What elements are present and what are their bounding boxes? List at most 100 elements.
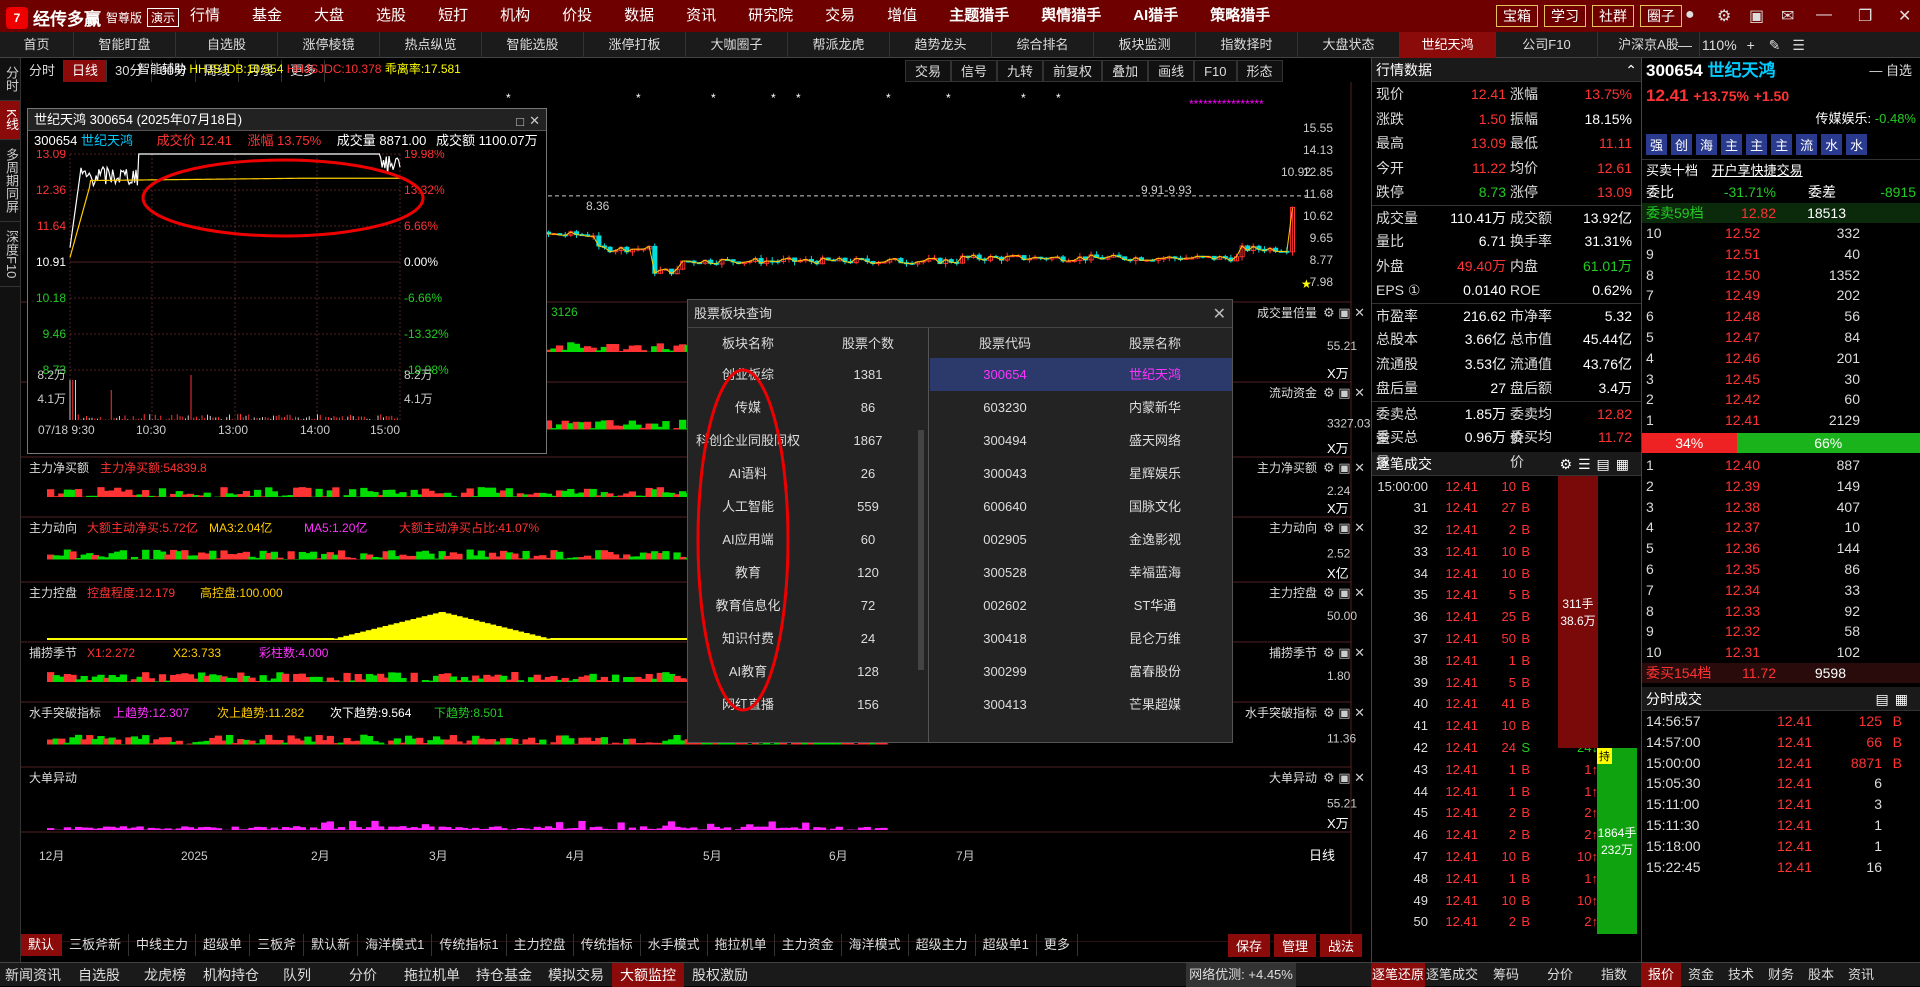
- indicator-tab-15[interactable]: 超级单1: [976, 934, 1037, 956]
- top-button-0[interactable]: 宝箱: [1496, 5, 1538, 27]
- status-tab-1[interactable]: 自选股: [66, 963, 132, 987]
- menu-item-10[interactable]: 交易: [825, 0, 855, 32]
- add-self-button[interactable]: — 自选: [1869, 58, 1912, 84]
- tab-9[interactable]: 趋势龙头: [890, 32, 992, 58]
- tag-chip[interactable]: 强: [1646, 134, 1667, 155]
- indicator-tab-7[interactable]: 传统指标1: [432, 934, 506, 956]
- edit-icon[interactable]: ✎: [1769, 37, 1781, 53]
- indicator-tab-14[interactable]: 超级主力: [909, 934, 976, 956]
- menu-item-15[interactable]: 策略猎手: [1210, 0, 1270, 32]
- sell-level[interactable]: 712.49202: [1642, 285, 1920, 306]
- status-tab-2[interactable]: 龙虎榜: [132, 963, 198, 987]
- tool-2[interactable]: 九转: [997, 60, 1043, 82]
- sell-level[interactable]: 1012.52332: [1642, 223, 1920, 244]
- sell-level[interactable]: 412.46201: [1642, 348, 1920, 369]
- gear-icon[interactable]: ⚙: [1717, 6, 1731, 26]
- tab-0[interactable]: 首页: [0, 32, 74, 58]
- buy-level[interactable]: 1012.31102: [1642, 642, 1920, 663]
- tab-13[interactable]: 大盘状态: [1298, 32, 1400, 58]
- menu-item-13[interactable]: 舆情猎手: [1041, 0, 1101, 32]
- sell-level[interactable]: 212.4260: [1642, 389, 1920, 410]
- tab-12[interactable]: 指数择时: [1196, 32, 1298, 58]
- tag-chip[interactable]: 主: [1771, 134, 1792, 155]
- tab-10[interactable]: 综合排名: [992, 32, 1094, 58]
- period-0[interactable]: 分时: [21, 60, 64, 82]
- buy-level[interactable]: 412.3710: [1642, 517, 1920, 538]
- zoom-in-icon[interactable]: +: [1747, 37, 1755, 53]
- mail-icon[interactable]: ✉: [1781, 6, 1794, 26]
- close-icon[interactable]: ✕: [1898, 6, 1911, 26]
- tool-7[interactable]: 形态: [1237, 60, 1283, 82]
- quote-collapse-icon[interactable]: ⌃: [1625, 58, 1637, 82]
- app-logo[interactable]: 7 经传多赢 智尊版 演示: [6, 5, 179, 30]
- tab-1[interactable]: 智能盯盘: [74, 32, 176, 58]
- tool-0[interactable]: 交易: [905, 60, 951, 82]
- tag-chip[interactable]: 海: [1696, 134, 1717, 155]
- tool-5[interactable]: 画线: [1148, 60, 1194, 82]
- left-nav-2[interactable]: 多周期同屏: [0, 140, 20, 222]
- status-right-tab-2[interactable]: 筹码: [1479, 963, 1533, 987]
- bottom-action-2[interactable]: 战法: [1320, 934, 1362, 957]
- zoom-out-icon[interactable]: —: [1678, 37, 1692, 53]
- top-button-2[interactable]: 社群: [1592, 5, 1634, 27]
- sell-level[interactable]: 112.412129: [1642, 410, 1920, 431]
- indicator-tab-13[interactable]: 海洋模式: [842, 934, 909, 956]
- indicator-tab-6[interactable]: 海洋模式1: [358, 934, 432, 956]
- sector-query-dialog[interactable]: 股票板块查询 ✕ 板块名称股票个数 创业板综1381传媒86科创企业同股同权18…: [687, 299, 1233, 743]
- indicator-tab-5[interactable]: 默认新: [304, 934, 358, 956]
- tab-4[interactable]: 热点纵览: [380, 32, 482, 58]
- tag-chip[interactable]: 创: [1671, 134, 1692, 155]
- popup-maximize-icon[interactable]: □: [516, 111, 524, 133]
- tab-7[interactable]: 大咖圈子: [686, 32, 788, 58]
- tool-3[interactable]: 前复权: [1043, 60, 1102, 82]
- menu-item-3[interactable]: 选股: [376, 0, 406, 32]
- menu-item-0[interactable]: 行情: [190, 0, 220, 32]
- indicator-tab-1[interactable]: 三板斧新: [62, 934, 129, 956]
- tab-menu-icon[interactable]: ☰: [1792, 37, 1805, 53]
- tab-5[interactable]: 智能选股: [482, 32, 584, 58]
- indicator-tab-0[interactable]: 默认: [21, 934, 62, 956]
- status-far-tab-3[interactable]: 财务: [1761, 963, 1801, 987]
- indicator-tab-2[interactable]: 中线主力: [129, 934, 196, 956]
- status-far-tab-4[interactable]: 股本: [1801, 963, 1841, 987]
- tag-chip[interactable]: 主: [1721, 134, 1742, 155]
- indicator-tab-4[interactable]: 三板斧: [250, 934, 304, 956]
- bottom-action-1[interactable]: 管理: [1274, 934, 1316, 957]
- menu-item-7[interactable]: 数据: [624, 0, 654, 32]
- tool-6[interactable]: F10: [1194, 60, 1236, 82]
- status-tab-4[interactable]: 队列: [264, 963, 330, 987]
- tag-chip[interactable]: 流: [1796, 134, 1817, 155]
- status-tab-6[interactable]: 拖拉机单: [396, 963, 468, 987]
- tag-chip[interactable]: 水: [1821, 134, 1842, 155]
- top-button-3[interactable]: 圈子: [1640, 5, 1682, 27]
- ticks-tool-icons[interactable]: ⚙☰▤▦: [1559, 452, 1635, 476]
- status-far-tab-5[interactable]: 资讯: [1841, 963, 1881, 987]
- tab-3[interactable]: 涨停棱镜: [278, 32, 380, 58]
- status-far-tab-0[interactable]: 报价: [1641, 963, 1681, 987]
- menu-item-2[interactable]: 大盘: [314, 0, 344, 32]
- status-right-tab-3[interactable]: 分价: [1533, 963, 1587, 987]
- indicator-tab-3[interactable]: 超级单: [196, 934, 250, 956]
- open-account-link[interactable]: 开户享快捷交易: [1712, 163, 1803, 178]
- intraday-popup[interactable]: 世纪天鸿 300654 (2025年07月18日) □ ✕ 300654 世纪天…: [27, 108, 547, 454]
- status-tab-7[interactable]: 持仓基金: [468, 963, 540, 987]
- menu-item-5[interactable]: 机构: [500, 0, 530, 32]
- tool-4[interactable]: 叠加: [1102, 60, 1148, 82]
- indicator-tab-10[interactable]: 水手模式: [641, 934, 708, 956]
- indicator-tab-8[interactable]: 主力控盘: [507, 934, 574, 956]
- status-right-tab-4[interactable]: 指数: [1587, 963, 1641, 987]
- menu-item-6[interactable]: 价投: [562, 0, 592, 32]
- indicator-tab-11[interactable]: 拖拉机单: [708, 934, 775, 956]
- menu-item-12[interactable]: 主题猎手: [949, 0, 1009, 32]
- status-far-tab-1[interactable]: 资金: [1681, 963, 1721, 987]
- demo-badge[interactable]: 演示: [147, 8, 179, 27]
- sell-level[interactable]: 312.4530: [1642, 369, 1920, 390]
- menu-item-9[interactable]: 研究院: [748, 0, 793, 32]
- status-right-tab-0[interactable]: 逐笔还原: [1371, 963, 1425, 987]
- status-far-tab-2[interactable]: 技术: [1721, 963, 1761, 987]
- buy-level[interactable]: 812.3392: [1642, 601, 1920, 622]
- buy-level[interactable]: 912.3258: [1642, 621, 1920, 642]
- tag-chip[interactable]: 主: [1746, 134, 1767, 155]
- indicator-tab-9[interactable]: 传统指标: [574, 934, 641, 956]
- menu-item-11[interactable]: 增值: [887, 0, 917, 32]
